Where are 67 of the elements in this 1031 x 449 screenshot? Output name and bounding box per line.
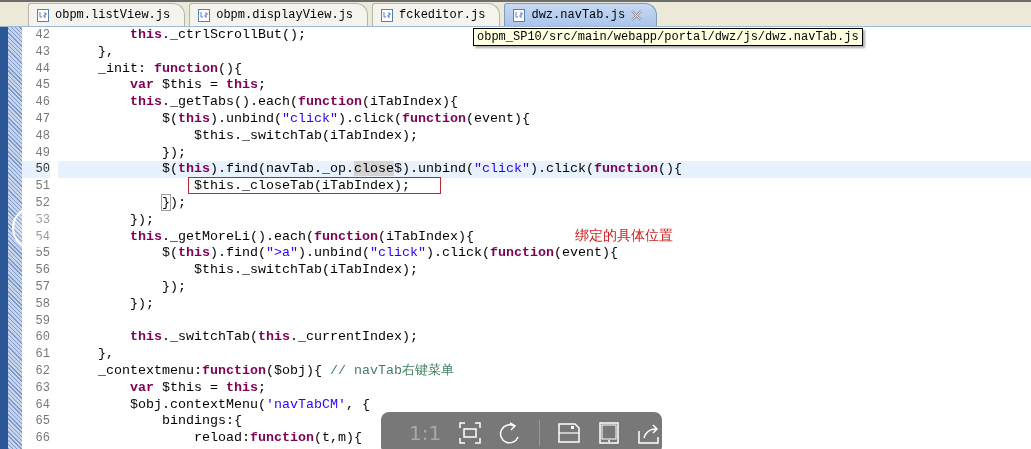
code-line: $this._switchTab(iTabIndex); (193, 127, 418, 145)
tab-label: fckeditor.js (399, 8, 486, 22)
line-number: 58 (34, 295, 50, 313)
code-line: $this._switchTab(iTabIndex); (193, 262, 418, 279)
code-line: }); (129, 211, 154, 229)
line-number: 60 (34, 329, 50, 347)
js-file-icon (513, 8, 526, 22)
code-line: }); (129, 295, 154, 313)
line-number: 62 (34, 362, 50, 380)
line-number: 63 (34, 379, 50, 397)
line-number: 66 (34, 430, 50, 447)
editor-tab[interactable]: fckeditor.js (372, 3, 501, 26)
code-line: }, (97, 346, 114, 363)
line-number: 59 (34, 312, 50, 330)
rotate-icon[interactable] (499, 422, 522, 444)
code-line: var $this = this; (129, 379, 266, 397)
line-number: 47 (34, 111, 50, 128)
tab-label: dwz.navTab.js (531, 8, 626, 22)
code-line: }); (161, 278, 186, 296)
tab-label: obpm.displayView.js (216, 8, 354, 22)
line-number: 42 (34, 27, 50, 44)
code-line: reload:function(t,m){ (193, 430, 362, 447)
code-line: _init: function(){ (97, 60, 242, 78)
line-number: 49 (34, 144, 50, 162)
code-line: }); (161, 144, 186, 162)
editor-tab[interactable]: obpm.listView.js (28, 3, 186, 26)
code-line: $obj.contextMenu('navTabCM', { (129, 396, 370, 414)
editor-tab[interactable]: obpm.displayView.js (189, 3, 369, 26)
tablet-icon[interactable] (598, 422, 621, 444)
code-line: _contextmenu:function($obj){ // navTab右键菜单 (97, 362, 454, 380)
code-line: this._ctrlScrollBut(); (129, 27, 306, 44)
close-icon[interactable] (631, 9, 643, 21)
code-line: }); (160, 194, 186, 212)
code-line: $(this).unbind("click").click(function(event){ (161, 111, 530, 128)
line-number: 55 (34, 245, 50, 263)
save-icon[interactable] (558, 422, 581, 444)
line-number: 45 (34, 77, 50, 95)
code-line: this._switchTab(this._currentIndex); (129, 329, 418, 347)
line-number: 56 (34, 262, 50, 279)
js-file-icon (198, 8, 211, 22)
tooltip: obpm_SP10/src/main/webapp/portal/dwz/js/dwz.navTab.js (473, 28, 863, 46)
tab-label: obpm.listView.js (55, 8, 171, 22)
line-number: 61 (34, 346, 50, 363)
line-number: 50 (22, 161, 50, 179)
line-number: 43 (34, 43, 50, 61)
code-line: this._getMoreLi().each(function(iTabIndex){ (129, 228, 474, 246)
line-number: 51 (34, 178, 50, 195)
code-line: }, (97, 43, 114, 61)
share-icon[interactable] (638, 422, 661, 444)
code-line: bindings:{ (161, 413, 242, 431)
code-line: var $this = this; (129, 77, 266, 95)
line-number: 65 (34, 413, 50, 431)
line-number: 46 (34, 94, 50, 111)
js-file-icon (381, 8, 394, 22)
line-number: 52 (34, 194, 50, 212)
annotation-text: 绑定的具体位置 (575, 227, 673, 245)
code-line: this._getTabs().each(function(iTabIndex){ (129, 94, 458, 111)
editor-tab[interactable]: dwz.navTab.js (504, 3, 658, 26)
code-line: $(this).find(navTab._op.close$).unbind("click").click(function(){ (161, 161, 682, 179)
line-number: 48 (34, 127, 50, 145)
code-line: $(this).find(">a").unbind("click").click(function(event){ (161, 245, 618, 263)
line-number: 53 (34, 211, 50, 229)
line-number: 57 (34, 278, 50, 296)
line-number: 44 (34, 60, 50, 78)
js-file-icon (37, 8, 49, 22)
fit-icon[interactable] (459, 422, 482, 444)
line-number: 64 (34, 396, 50, 414)
